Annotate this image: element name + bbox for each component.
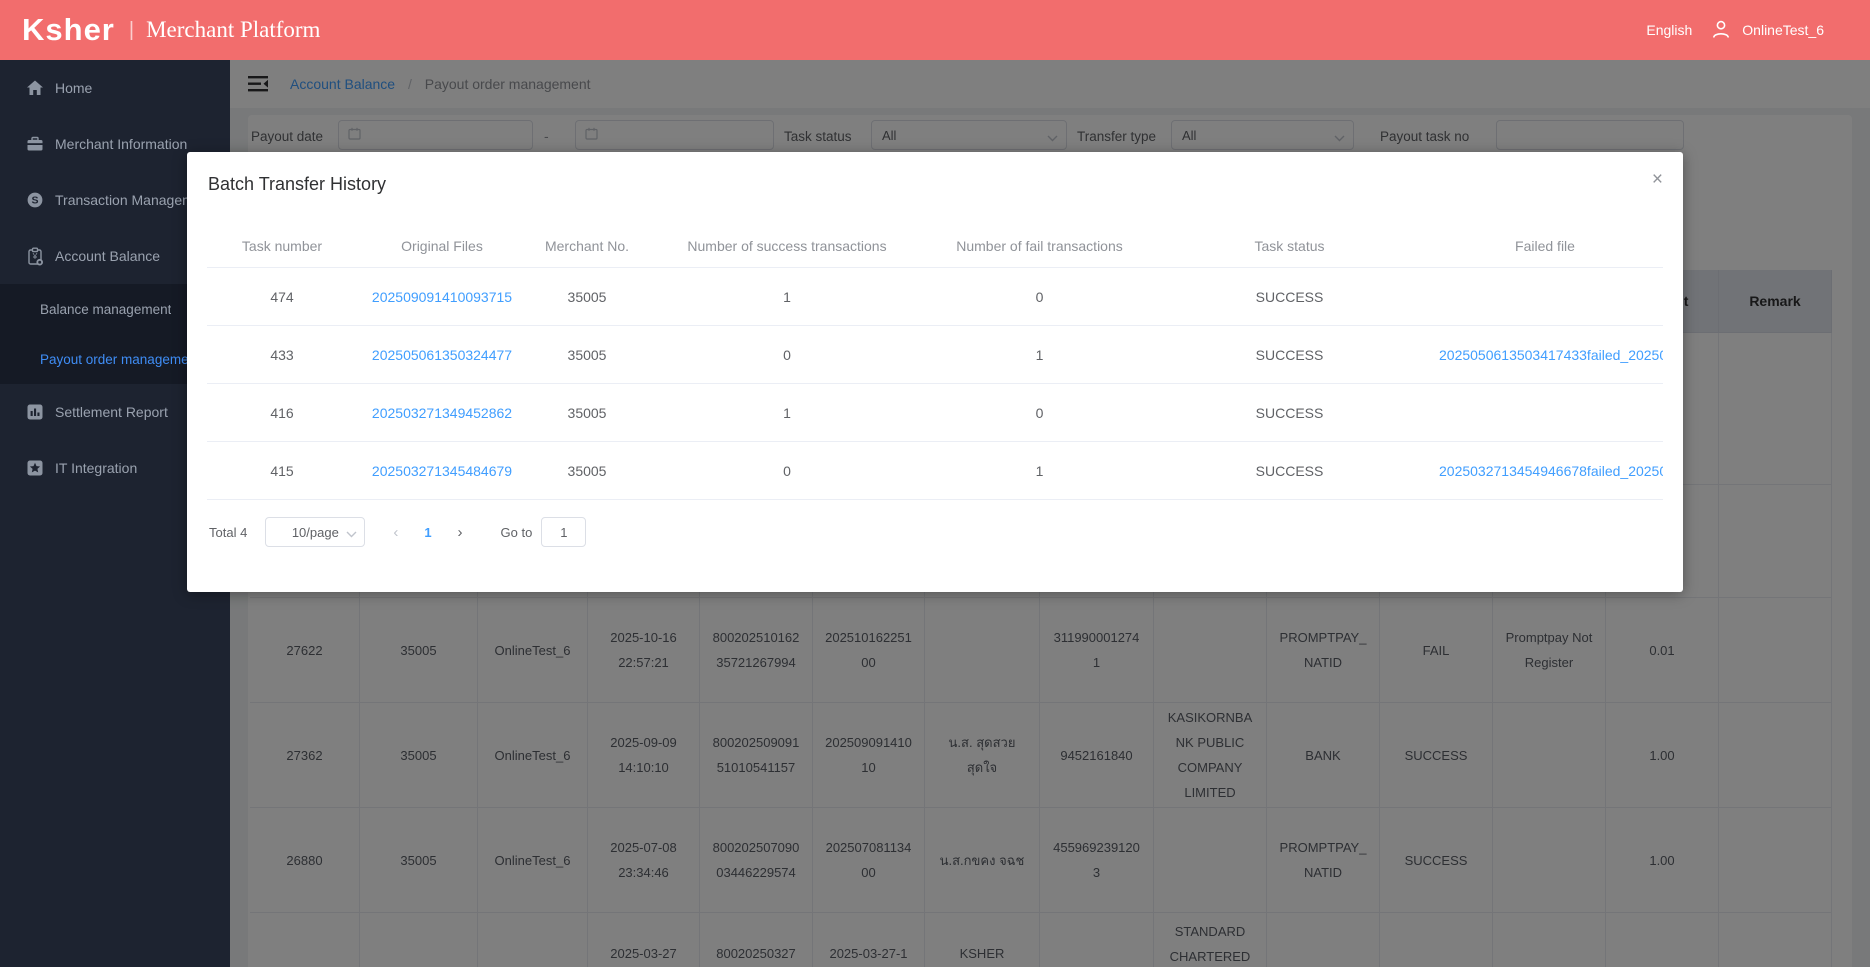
pagination: Total 4 10/page ‹ 1 › Go to 1 xyxy=(209,515,586,549)
batch-table-header-cell: Merchant No. xyxy=(527,225,647,268)
svg-text:¥: ¥ xyxy=(31,251,37,261)
batch-table-header-cell: Task number xyxy=(207,225,357,268)
failed-file-link xyxy=(1427,384,1663,442)
failed-file-link xyxy=(1427,268,1663,326)
batch-transfer-table: Task numberOriginal FilesMerchant No.Num… xyxy=(207,225,1663,500)
fail-count: 1 xyxy=(927,326,1152,384)
batch-table-header-cell: Number of success transactions xyxy=(647,225,927,268)
next-page-button[interactable]: › xyxy=(458,524,463,541)
merchant-no: 35005 xyxy=(527,326,647,384)
task-number: 416 xyxy=(207,384,357,442)
batch-transfer-history-dialog: Batch Transfer History × Task numberOrig… xyxy=(187,152,1683,592)
failed-file-link[interactable]: 2025050613503417433failed_2025050 xyxy=(1427,326,1663,384)
sidebar-item-label: IT Integration xyxy=(55,460,137,476)
integration-icon xyxy=(25,459,44,478)
language-switcher[interactable]: English xyxy=(1646,22,1692,38)
original-file-link[interactable]: 202503271345484679 xyxy=(357,442,527,500)
app-window: Ksher | Merchant Platform English Online… xyxy=(0,0,1870,967)
fail-count: 0 xyxy=(927,268,1152,326)
merchant-no: 35005 xyxy=(527,268,647,326)
fail-count: 1 xyxy=(927,442,1152,500)
batch-table-header-cell: Task status xyxy=(1152,225,1427,268)
top-header: Ksher | Merchant Platform English Online… xyxy=(0,0,1870,60)
merchant-icon xyxy=(25,135,44,154)
username: OnlineTest_6 xyxy=(1742,22,1824,38)
failed-file-link[interactable]: 2025032713454946678failed_2025032 xyxy=(1427,442,1663,500)
person-icon xyxy=(1710,18,1732,43)
success-count: 0 xyxy=(647,326,927,384)
original-file-link[interactable]: 202503271349452862 xyxy=(357,384,527,442)
batch-table-header-row: Task numberOriginal FilesMerchant No.Num… xyxy=(207,225,1663,268)
sidebar-item-label: Home xyxy=(55,80,92,96)
sidebar-item-home[interactable]: Home xyxy=(0,60,230,116)
task-number: 474 xyxy=(207,268,357,326)
dialog-title: Batch Transfer History xyxy=(208,174,386,195)
page-size-select[interactable]: 10/page xyxy=(265,517,365,547)
pagination-total: Total 4 xyxy=(209,525,247,540)
sidebar-item-label: Merchant Information xyxy=(55,136,187,152)
batch-table-row: 4332025050613503244773500501SUCCESS20250… xyxy=(207,326,1663,384)
home-icon xyxy=(25,79,44,98)
report-icon xyxy=(25,403,44,422)
fail-count: 0 xyxy=(927,384,1152,442)
batch-table-row: 4742025090914100937153500510SUCCESS xyxy=(207,268,1663,326)
close-icon[interactable]: × xyxy=(1652,170,1663,189)
task-number: 433 xyxy=(207,326,357,384)
batch-table-header-cell: Failed file xyxy=(1427,225,1663,268)
user-menu[interactable]: OnlineTest_6 xyxy=(1710,18,1824,43)
task-status: SUCCESS xyxy=(1152,326,1427,384)
goto-page-input[interactable]: 1 xyxy=(541,517,586,547)
success-count: 1 xyxy=(647,384,927,442)
sidebar-item-label: Settlement Report xyxy=(55,404,168,420)
prev-page-button[interactable]: ‹ xyxy=(393,524,398,541)
task-number: 415 xyxy=(207,442,357,500)
success-count: 0 xyxy=(647,442,927,500)
balance-icon: ¥ xyxy=(25,247,44,266)
original-file-link[interactable]: 202505061350324477 xyxy=(357,326,527,384)
page-size-value: 10/page xyxy=(292,525,339,540)
transaction-icon: S xyxy=(25,191,44,210)
ksher-logo: Ksher xyxy=(22,12,115,48)
batch-table-header-cell: Number of fail transactions xyxy=(927,225,1152,268)
goto-label: Go to xyxy=(501,525,533,540)
page-number-1[interactable]: 1 xyxy=(424,525,431,540)
original-file-link[interactable]: 202509091410093715 xyxy=(357,268,527,326)
product-name: Merchant Platform xyxy=(146,17,320,43)
task-status: SUCCESS xyxy=(1152,268,1427,326)
merchant-no: 35005 xyxy=(527,384,647,442)
logo-divider: | xyxy=(129,19,134,42)
batch-table-row: 4162025032713494528623500510SUCCESS xyxy=(207,384,1663,442)
sidebar-subitem-label: Payout order management xyxy=(40,352,200,367)
batch-table-header-cell: Original Files xyxy=(357,225,527,268)
task-status: SUCCESS xyxy=(1152,384,1427,442)
batch-table-row: 4152025032713454846793500501SUCCESS20250… xyxy=(207,442,1663,500)
merchant-no: 35005 xyxy=(527,442,647,500)
svg-text:S: S xyxy=(31,195,38,207)
sidebar-item-label: Account Balance xyxy=(55,248,160,264)
chevron-down-icon xyxy=(346,526,357,541)
sidebar-subitem-label: Balance management xyxy=(40,302,171,317)
success-count: 1 xyxy=(647,268,927,326)
task-status: SUCCESS xyxy=(1152,442,1427,500)
